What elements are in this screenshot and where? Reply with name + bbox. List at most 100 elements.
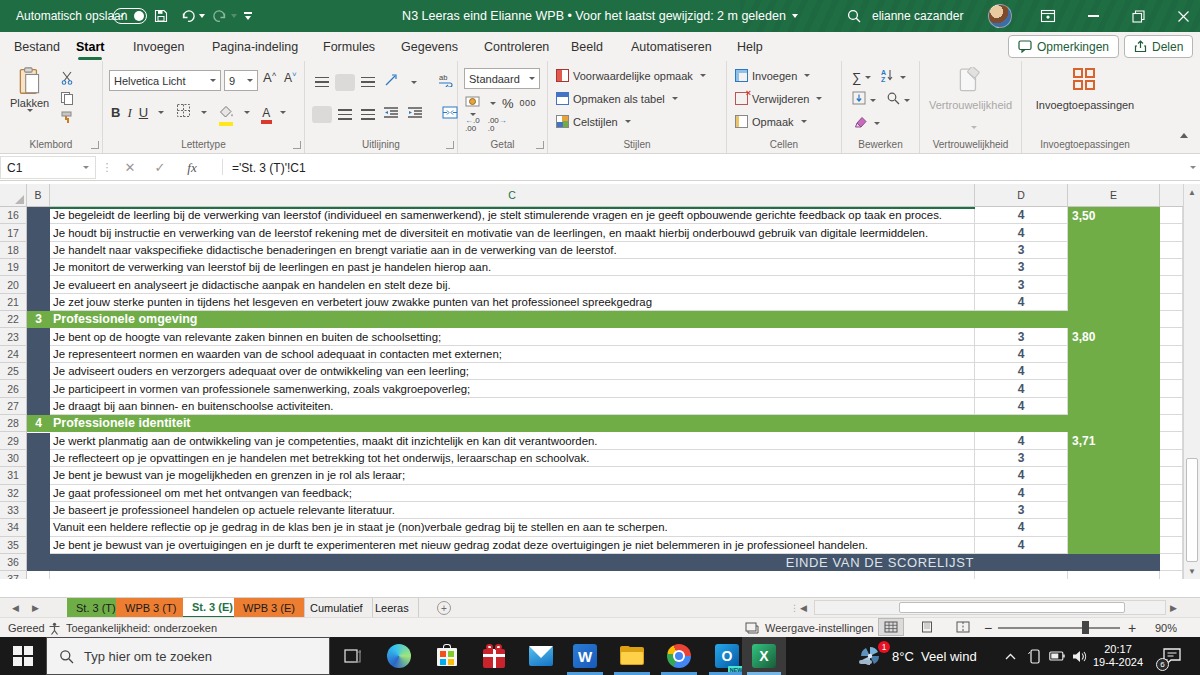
- row-header[interactable]: 32: [0, 485, 27, 502]
- cell-c[interactable]: [50, 571, 975, 579]
- row-header[interactable]: 23: [0, 328, 27, 345]
- cell-criterion[interactable]: Je baseert je professioneel handelen op …: [50, 502, 975, 519]
- cell-score[interactable]: 4: [975, 363, 1068, 380]
- cell-score[interactable]: 4: [975, 346, 1068, 363]
- thousands-icon[interactable]: 000: [520, 98, 537, 108]
- tab-scroll-left-icon[interactable]: ◀: [12, 598, 19, 618]
- cell-b[interactable]: [27, 276, 50, 293]
- cell-f[interactable]: [1160, 537, 1183, 554]
- bold-button[interactable]: B: [111, 105, 120, 120]
- cell-b[interactable]: [27, 537, 50, 554]
- cell-f[interactable]: [1160, 415, 1183, 432]
- row-header[interactable]: 17: [0, 224, 27, 241]
- tab-beeld[interactable]: Beeld: [571, 32, 603, 61]
- paste-button[interactable]: Plakken: [10, 67, 49, 112]
- cut-icon[interactable]: [58, 69, 75, 86]
- font-name-select[interactable]: Helvetica Licht: [109, 70, 221, 91]
- cell-score[interactable]: 4: [975, 294, 1068, 311]
- cell-average[interactable]: [1068, 519, 1160, 536]
- row-header[interactable]: 27: [0, 398, 27, 415]
- cell-f[interactable]: [1160, 276, 1183, 293]
- end-of-scorelist-row[interactable]: EINDE VAN DE SCORELIJST: [27, 554, 1160, 571]
- cell-f[interactable]: [1160, 224, 1183, 241]
- cell-score[interactable]: 3: [975, 450, 1068, 467]
- tab-pagina-indeling[interactable]: Pagina-indeling: [212, 32, 298, 61]
- cell-f[interactable]: [1160, 363, 1183, 380]
- tab-splitter[interactable]: ⋮: [790, 598, 799, 618]
- tray-battery-icon[interactable]: [1046, 637, 1068, 675]
- cell-f[interactable]: [1160, 346, 1183, 363]
- document-title[interactable]: N3 Leeras eind Elianne WPB • Voor het la…: [0, 0, 1200, 32]
- avatar[interactable]: [988, 0, 1012, 32]
- cell-criterion[interactable]: Je reflecteert op je opvattingen en je h…: [50, 450, 975, 467]
- hscroll-right-icon[interactable]: ▶: [1170, 598, 1177, 618]
- cell-average[interactable]: 3,50: [1068, 207, 1160, 224]
- increase-indent-icon[interactable]: [408, 105, 423, 123]
- orientation-icon[interactable]: [384, 73, 399, 91]
- cell-criterion[interactable]: Je zet jouw sterke punten in tijdens het…: [50, 294, 975, 311]
- sheet-tab-cumulatief[interactable]: Cumulatief: [301, 598, 373, 618]
- find-icon[interactable]: [886, 91, 900, 109]
- tray-phone-icon[interactable]: [1024, 637, 1046, 675]
- increase-font-icon[interactable]: A˄: [263, 70, 276, 85]
- tab-gegevens[interactable]: Gegevens: [401, 32, 458, 61]
- alignment-dialog-launcher[interactable]: [446, 141, 454, 149]
- row-header[interactable]: 28: [0, 415, 27, 432]
- cell-average[interactable]: [1068, 467, 1160, 484]
- section-header-row[interactable]: 4Professionele identiteit: [27, 415, 1160, 432]
- vertical-scroll-thumb[interactable]: [1186, 458, 1198, 562]
- row-header[interactable]: 31: [0, 467, 27, 484]
- decrease-font-icon[interactable]: A˅: [284, 70, 297, 85]
- tab-bestand[interactable]: Bestand: [14, 32, 60, 61]
- clipboard-dialog-launcher[interactable]: [91, 141, 99, 149]
- addins-button[interactable]: Invoegtoepassingen: [1022, 99, 1148, 111]
- cell-average[interactable]: [1068, 276, 1160, 293]
- scroll-up-icon[interactable]: ▲: [1184, 184, 1200, 200]
- tab-start[interactable]: Start: [76, 32, 104, 61]
- cell-f[interactable]: [1160, 502, 1183, 519]
- wrap-text-icon[interactable]: ab: [438, 73, 454, 91]
- cell-b[interactable]: [27, 467, 50, 484]
- cell-score[interactable]: 3: [975, 276, 1068, 293]
- cell-b[interactable]: [27, 519, 50, 536]
- increase-decimal-icon[interactable]: ←.0.00: [465, 117, 480, 133]
- cell-b[interactable]: [27, 450, 50, 467]
- normal-view-button[interactable]: [878, 618, 904, 636]
- cell-average[interactable]: [1068, 259, 1160, 276]
- cell-score[interactable]: 4: [975, 207, 1068, 224]
- cell-average[interactable]: [1068, 537, 1160, 554]
- cell-criterion[interactable]: Je houdt bij instructie en verwerking va…: [50, 224, 975, 241]
- cell-f[interactable]: [1160, 328, 1183, 345]
- sheet-tab-wpb3e[interactable]: WPB 3 (E): [234, 598, 305, 618]
- cell-score[interactable]: 3: [975, 259, 1068, 276]
- row-header[interactable]: 20: [0, 276, 27, 293]
- tab-invoegen[interactable]: Invoegen: [133, 32, 184, 61]
- align-center-icon[interactable]: [338, 109, 352, 120]
- cell-criterion[interactable]: Je representeert normen en waarden van d…: [50, 346, 975, 363]
- start-button[interactable]: [0, 637, 46, 675]
- underline-button[interactable]: U: [139, 105, 148, 120]
- cell-b[interactable]: [27, 363, 50, 380]
- cell-styles-button[interactable]: Celstijlen: [556, 115, 631, 128]
- cell-score[interactable]: 4: [975, 467, 1068, 484]
- zoom-slider-track[interactable]: [998, 627, 1120, 629]
- row-header[interactable]: 33: [0, 502, 27, 519]
- col-header-c[interactable]: C: [50, 184, 975, 206]
- accounting-format-icon[interactable]: [465, 94, 481, 112]
- tray-expand-icon[interactable]: [1000, 637, 1020, 675]
- user-name[interactable]: elianne cazander: [872, 0, 963, 32]
- cell-score[interactable]: 4: [975, 224, 1068, 241]
- file-explorer-icon[interactable]: [609, 637, 655, 675]
- taskbar-search[interactable]: Typ hier om te zoeken: [46, 637, 330, 675]
- align-middle-icon[interactable]: [338, 77, 352, 88]
- cell-criterion[interactable]: Je participeert in vormen van profession…: [50, 380, 975, 397]
- format-painter-icon[interactable]: [58, 109, 75, 126]
- cell-b[interactable]: [27, 328, 50, 345]
- cell-average[interactable]: 3,80: [1068, 328, 1160, 345]
- cell-score[interactable]: 4: [975, 432, 1068, 449]
- borders-button[interactable]: [176, 103, 191, 122]
- edge-icon[interactable]: [376, 637, 422, 675]
- search-icon[interactable]: [846, 0, 862, 32]
- cell-f[interactable]: [1160, 259, 1183, 276]
- cell-average[interactable]: [1068, 502, 1160, 519]
